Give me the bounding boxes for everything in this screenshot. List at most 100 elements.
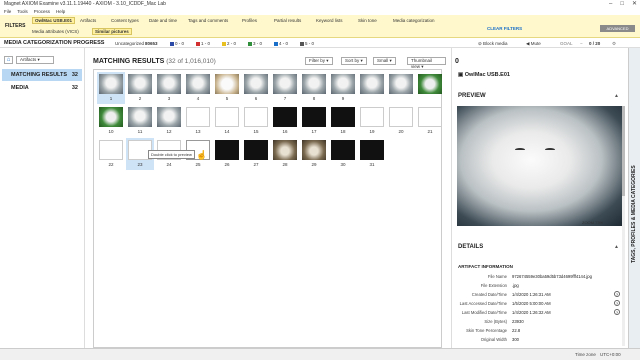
tag-1[interactable]: 1 - 0: [196, 41, 210, 46]
filter-keyword-lists[interactable]: Keyword lists: [316, 18, 343, 23]
artifacts-dropdown[interactable]: Artifacts ▾: [16, 56, 54, 64]
zoom-level: ZOOM 73%: [582, 220, 604, 225]
menu-help[interactable]: Help: [56, 8, 65, 15]
metadata-row: Original Width 300: [452, 337, 622, 345]
thumbnail-cell[interactable]: [416, 72, 444, 104]
thumbnail-cell[interactable]: 7: [271, 72, 299, 104]
clear-filters-link[interactable]: CLEAR FILTERS: [487, 26, 522, 31]
view-dropdown[interactable]: Thumbnail view ▾: [407, 57, 446, 69]
thumbnail-number: 6: [254, 96, 258, 101]
thumbnail-number: 30: [340, 162, 346, 167]
thumbnail-cell[interactable]: 22: [97, 138, 125, 170]
thumbnail-cell[interactable]: 6: [242, 72, 270, 104]
time-zone-value[interactable]: UTC+0:00: [600, 352, 621, 357]
sort-by-dropdown[interactable]: Sort by ▾: [341, 57, 367, 65]
tags-profiles-tab[interactable]: TAGS, PROFILES & MEDIA CATEGORIES: [628, 48, 640, 348]
thumbnail-cell[interactable]: 18: [329, 105, 357, 137]
advanced-button[interactable]: ADVANCED: [600, 25, 635, 32]
goal-label: GOAL: [560, 41, 573, 46]
thumbnail-cell[interactable]: 27: [242, 138, 270, 170]
thumbnail-cell[interactable]: 9: [329, 72, 357, 104]
filters-label: FILTERS: [5, 23, 26, 29]
uncategorized-count: 80653: [145, 41, 158, 46]
thumbnail-cell[interactable]: [358, 72, 386, 104]
thumbnail-image: [360, 107, 384, 127]
thumbnail-cell[interactable]: 13: [184, 105, 212, 137]
filter-date-time[interactable]: Date and time: [149, 18, 177, 23]
help-icon[interactable]: ?: [614, 309, 620, 315]
filter-similar-pictures[interactable]: Similar pictures: [92, 28, 132, 35]
tag-3[interactable]: 3 - 0: [248, 41, 262, 46]
filter-artifacts[interactable]: Artifacts: [80, 18, 96, 23]
thumbnail-cell[interactable]: 10: [97, 105, 125, 137]
menu-tools[interactable]: Tools: [17, 8, 28, 15]
thumbnail-cell[interactable]: 20: [387, 105, 415, 137]
filter-partial-results[interactable]: Partial results: [274, 18, 301, 23]
thumbnail-cell[interactable]: 14: [213, 105, 241, 137]
category-matching-results[interactable]: MATCHING RESULTS 32: [2, 69, 82, 81]
collapse-preview-icon[interactable]: ▲: [614, 93, 619, 99]
filter-evidence[interactable]: OwlMac USB.E01: [32, 17, 76, 24]
filter-content-types[interactable]: Content types: [111, 18, 139, 23]
home-icon[interactable]: ⌂: [4, 56, 13, 64]
details-scrollbar[interactable]: [622, 106, 625, 346]
thumbnail-cell[interactable]: 12: [155, 105, 183, 137]
thumbnail-cell[interactable]: 29: [300, 138, 328, 170]
size-dropdown[interactable]: Small ▾: [373, 57, 396, 65]
thumbnail-cell[interactable]: 4: [184, 72, 212, 104]
category-media[interactable]: MEDIA 32: [2, 82, 82, 94]
tag-5[interactable]: 5 - 0: [300, 41, 314, 46]
block-media-toggle[interactable]: ⊘ Block media: [478, 41, 508, 47]
thumbnail-cell[interactable]: 15: [242, 105, 270, 137]
filter-by-dropdown[interactable]: Filter by ▾: [305, 57, 333, 65]
tag-1-swatch: [196, 41, 200, 46]
help-icon[interactable]: ?: [614, 291, 620, 297]
thumbnail-cell[interactable]: 16: [271, 105, 299, 137]
filter-skin-tone[interactable]: Skin tone: [358, 18, 377, 23]
thumbnail-cell[interactable]: 31: [358, 138, 386, 170]
help-icon[interactable]: ?: [614, 300, 620, 306]
thumbnail-number: 13: [195, 129, 201, 134]
thumbnail-cell[interactable]: 19: [358, 105, 386, 137]
thumbnail-cell[interactable]: 17: [300, 105, 328, 137]
thumbnail-image: [273, 140, 297, 160]
preview-image[interactable]: [457, 106, 622, 226]
tag-0[interactable]: 0 - 0: [170, 41, 184, 46]
tag-4[interactable]: 4 - 0: [274, 41, 288, 46]
menu-process[interactable]: Process: [34, 8, 50, 15]
goal-settings-icon[interactable]: ⚙: [612, 41, 616, 47]
thumbnail-cell[interactable]: 28: [271, 138, 299, 170]
thumbnail-cell[interactable]: [387, 72, 415, 104]
metadata-value: 1/5/2020 5:00:00 AM: [512, 301, 551, 306]
maximize-icon[interactable]: □: [620, 0, 624, 8]
filter-media-attributes[interactable]: Media attributes (VICS): [32, 29, 79, 34]
thumbnail-cell[interactable]: 2: [126, 72, 154, 104]
thumbnail-cell[interactable]: 11: [126, 105, 154, 137]
details-scroll-thumb[interactable]: [622, 106, 625, 196]
goal-value: 0 / 20: [589, 41, 601, 46]
thumbnail-cell[interactable]: 26: [213, 138, 241, 170]
filter-media-categorization[interactable]: Media categorization: [393, 18, 435, 23]
tag-0-label: 0 - 0: [175, 41, 185, 46]
close-icon[interactable]: ✕: [632, 0, 637, 8]
thumbnail-number: 22: [108, 162, 114, 167]
menu-file[interactable]: File: [4, 8, 11, 15]
thumbnail-cell[interactable]: 1: [97, 72, 125, 104]
thumbnail-cell[interactable]: 8: [300, 72, 328, 104]
collapse-details-icon[interactable]: ▲: [614, 244, 619, 250]
thumbnail-cell[interactable]: 3: [155, 72, 183, 104]
filter-profiles[interactable]: Profiles: [242, 18, 257, 23]
thumbnail-cell[interactable]: 5: [213, 72, 241, 104]
mute-toggle[interactable]: ◀ Mute: [526, 41, 541, 47]
thumbnail-number: 11: [137, 129, 143, 134]
thumbnail-image: [215, 107, 239, 127]
thumbnail-number: 27: [253, 162, 259, 167]
tag-5-label: 5 - 0: [305, 41, 315, 46]
tag-5-swatch: [300, 41, 304, 46]
goal-decrease-icon[interactable]: −: [580, 41, 583, 46]
filter-tags-comments[interactable]: Tags and comments: [188, 18, 228, 23]
thumbnail-cell[interactable]: 30: [329, 138, 357, 170]
tag-2[interactable]: 2 - 0: [222, 41, 236, 46]
minimize-icon[interactable]: –: [609, 0, 612, 8]
thumbnail-cell[interactable]: 21: [416, 105, 444, 137]
